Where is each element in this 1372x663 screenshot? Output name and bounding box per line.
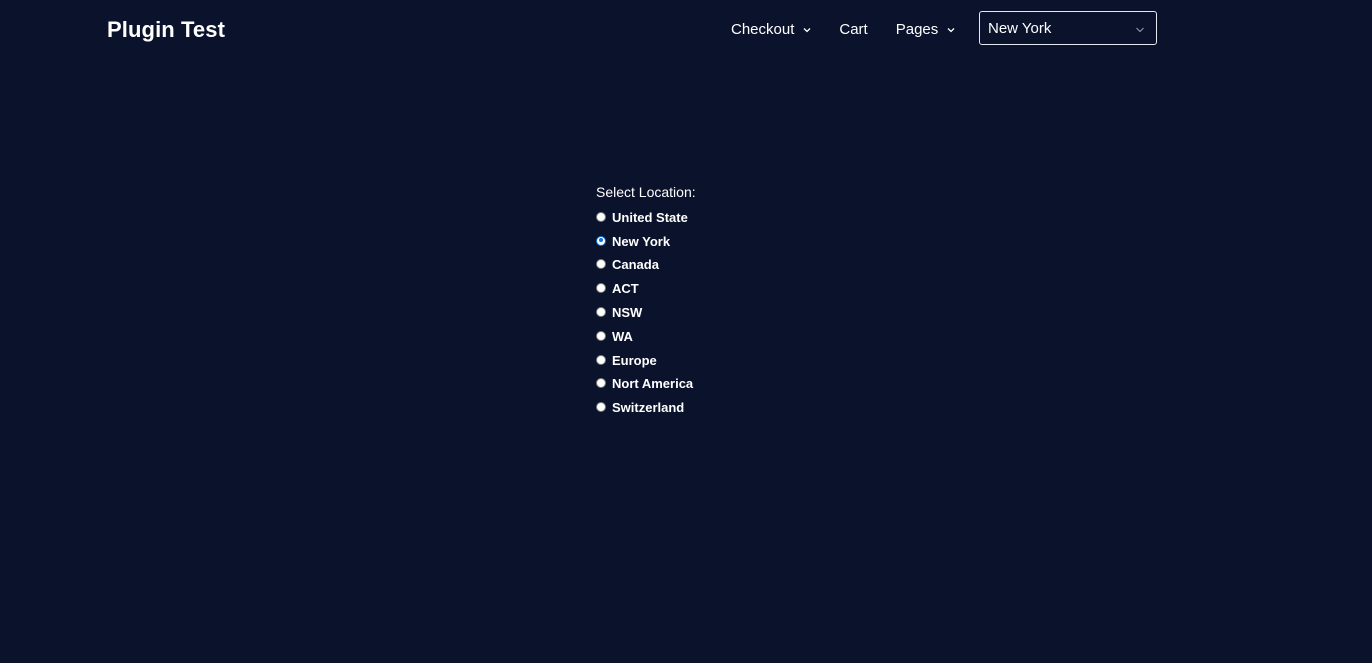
radio-button[interactable] — [596, 330, 606, 341]
radio-label: Canada — [612, 257, 659, 273]
nav-item-label: Checkout — [731, 21, 795, 38]
chevron-down-icon — [802, 25, 812, 35]
radio-label: Switzerland — [612, 400, 685, 416]
site-title[interactable]: Plugin Test — [107, 17, 225, 43]
radio-option-nsw[interactable]: NSW — [596, 301, 696, 325]
radio-label: Nort America — [612, 376, 694, 392]
main-nav: Checkout Cart Pages — [731, 20, 956, 40]
radio-button[interactable] — [596, 283, 606, 294]
page: Plugin Test Checkout Cart Pages New York… — [0, 0, 1372, 663]
radio-button[interactable] — [596, 402, 606, 413]
nav-item-checkout[interactable]: Checkout — [731, 20, 812, 40]
radio-label: NSW — [612, 305, 643, 321]
radio-label: ACT — [612, 281, 639, 297]
radio-button[interactable] — [596, 307, 606, 318]
radio-option-nort-america[interactable]: Nort America — [596, 373, 696, 397]
radio-label: New York — [612, 233, 671, 249]
radio-option-switzerland[interactable]: Switzerland — [596, 396, 696, 420]
nav-item-label: Pages — [895, 21, 939, 38]
radio-option-new-york[interactable]: New York — [596, 230, 696, 254]
chevron-down-icon — [1135, 22, 1145, 33]
radio-option-canada[interactable]: Canada — [596, 254, 696, 278]
radio-option-europe[interactable]: Europe — [596, 349, 696, 373]
location-select[interactable]: New York — [979, 11, 1157, 45]
location-form: Select Location: United State New York C… — [596, 183, 696, 420]
nav-item-cart[interactable]: Cart — [839, 20, 867, 40]
radio-button[interactable] — [596, 354, 606, 365]
radio-option-act[interactable]: ACT — [596, 277, 696, 301]
chevron-down-icon — [946, 25, 956, 35]
location-select-value: New York — [988, 19, 1052, 37]
radio-label: WA — [612, 328, 633, 344]
radio-option-united-state[interactable]: United State — [596, 206, 696, 230]
radio-button[interactable] — [596, 378, 606, 389]
radio-label: United State — [612, 209, 688, 225]
radio-option-wa[interactable]: WA — [596, 325, 696, 349]
radio-button[interactable] — [596, 211, 606, 222]
nav-item-pages[interactable]: Pages — [896, 20, 957, 40]
nav-item-label: Cart — [839, 21, 868, 38]
radio-button-selected[interactable] — [596, 235, 606, 246]
radio-button[interactable] — [596, 259, 606, 270]
form-label: Select Location: — [596, 184, 696, 200]
radio-label: Europe — [612, 352, 657, 368]
